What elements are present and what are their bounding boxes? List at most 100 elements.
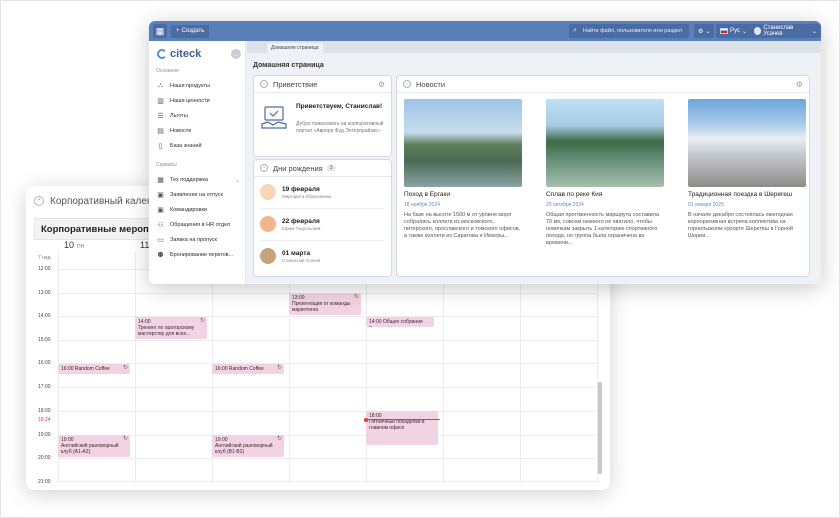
birthday-item[interactable]: 01 марта Станислав Усачев: [260, 248, 320, 264]
sidebar-item-label: Наши ценности: [170, 98, 210, 104]
page-title: Домашняя страница: [253, 62, 324, 69]
avatar: [260, 216, 276, 232]
news-title: Традиционная поездка в Шерегеш: [688, 191, 793, 198]
grid-line: [58, 340, 598, 341]
divider: [260, 208, 385, 209]
sidebar-item-label: Тех поддержка: [170, 177, 208, 183]
sidebar-item-pass[interactable]: ▭ Заявка на пропуск: [156, 236, 240, 244]
sidebar-item-support[interactable]: ▦ Тех поддержка ⌄: [156, 176, 240, 184]
flag-icon: [720, 28, 728, 34]
birthday-item[interactable]: 22 февраля Ефим Подольский: [260, 216, 320, 232]
birthday-date: 01 марта: [282, 249, 311, 257]
news-date: 01 января 2025: [688, 202, 724, 208]
sidebar-item-booking[interactable]: ⚉ Бронирование перегов...: [156, 251, 240, 259]
repeat-icon: ↻: [122, 365, 128, 371]
chevron-down-icon[interactable]: ⌄: [235, 177, 240, 184]
birthday-name: Станислав Усачев: [282, 257, 321, 263]
create-button[interactable]: + Создать: [171, 24, 210, 38]
calendar-event[interactable]: 19:00 Английский разговорный клуб (В1-В2…: [212, 435, 284, 457]
greeting-title: Приветствуем, Станислав!: [296, 103, 383, 110]
widget-title: Новости: [416, 79, 446, 89]
apps-menu-button[interactable]: ▦: [153, 24, 167, 38]
day-number: 11: [140, 240, 150, 250]
card-icon: ▭: [157, 237, 164, 244]
event-title: Пятничные посиделки в главном офисе: [369, 419, 425, 431]
news-title: Сплав по реке Кия: [546, 191, 603, 198]
news-item[interactable]: Поход в Ергаки 18 ноября 2024 На базе на…: [404, 99, 522, 240]
calendar-event[interactable]: 16:00 Random Coffee ↻: [212, 364, 284, 374]
repeat-icon: ↻: [353, 294, 359, 300]
birthday-date: 22 февраля: [282, 217, 320, 225]
repeat-icon: ↻: [199, 318, 205, 324]
news-image: [688, 99, 806, 187]
news-text: В начале декабря состоялась ежегодная ко…: [688, 212, 793, 239]
sidebar-item-hr[interactable]: ⚇ Обращения в HR отдел: [156, 221, 240, 229]
repeat-icon: ↻: [276, 365, 282, 371]
search-input[interactable]: [582, 28, 683, 34]
calendar-event[interactable]: 18:00 Пятничные посиделки в главном офис…: [366, 411, 438, 445]
day-header[interactable]: 10 ПН: [64, 240, 84, 250]
sidebar-item-label: Наши продукты: [170, 83, 210, 89]
day-of-week: ПН: [77, 244, 85, 250]
event-title: Random Coffee: [228, 366, 264, 372]
org-chart-icon: ⛬: [158, 82, 163, 89]
create-label: Создать: [181, 28, 205, 34]
newspaper-icon: ▤: [157, 128, 164, 135]
logo[interactable]: citeck: [157, 48, 201, 60]
news-text: Общая протяженность маршрута составила 7…: [546, 212, 660, 246]
news-item[interactable]: Сплав по реке Кия 29 октября 2024 Общая …: [546, 99, 664, 247]
suitcase-icon: ▣: [157, 207, 164, 214]
sidebar-item-label: Командировки: [170, 207, 207, 213]
repeat-icon: ↻: [122, 436, 128, 442]
event-time: 16:00: [61, 366, 74, 372]
user-menu-button[interactable]: Станислав Усачев ⌄: [750, 24, 821, 38]
gear-icon: ⚙: [698, 28, 704, 35]
language-button[interactable]: Рус ⌄: [716, 24, 751, 38]
event-title: Презентация от команды маркетинга: [292, 301, 351, 313]
calendar-scrollbar[interactable]: [598, 382, 602, 474]
calendar-event[interactable]: 13:00 Презентация от команды маркетинга …: [289, 293, 361, 315]
sidebar-item-business-trips[interactable]: ▣ Командировки: [156, 206, 240, 214]
sidebar-item-values[interactable]: ▥ Наши ценности: [156, 97, 240, 105]
gear-icon[interactable]: ⚙: [796, 80, 803, 89]
collapse-icon[interactable]: ⌃: [260, 80, 268, 88]
search-box[interactable]: ⌕: [569, 24, 689, 38]
avatar: [754, 27, 762, 35]
sidebar-item-benefits[interactable]: ☰ Льготы: [156, 112, 240, 120]
sidebar-item-knowledge-base[interactable]: ▯ База знаний: [156, 142, 240, 150]
birthday-date: 19 февраля: [282, 185, 320, 193]
sidebar-item-products[interactable]: ⛬ Наши продукты: [156, 82, 240, 90]
news-item[interactable]: Традиционная поездка в Шерегеш 01 января…: [688, 99, 806, 240]
user-name: Станислав Усачев: [763, 25, 794, 37]
calendar-event[interactable]: 14:00 Общее собрание о...: [366, 317, 434, 327]
sidebar-item-news[interactable]: ▤ Новости: [156, 127, 240, 135]
collapse-icon[interactable]: ⌃: [403, 80, 411, 88]
hour-label: 17:00: [38, 384, 51, 390]
collapse-icon[interactable]: ⌃: [34, 196, 44, 206]
gear-icon[interactable]: ⚙: [378, 80, 385, 89]
people-icon: ⚇: [157, 222, 164, 229]
tab-home[interactable]: Домашняя страница: [267, 43, 323, 53]
hour-label: 13:00: [38, 290, 51, 296]
news-image: [404, 99, 522, 187]
hour-label: 14:00: [38, 313, 51, 319]
birthday-item[interactable]: 19 февраля Маргарита Ибрагимова: [260, 184, 331, 200]
grid-line: [58, 387, 598, 388]
current-time-line: [366, 419, 440, 420]
week-number: 7 нед: [38, 255, 51, 261]
news-text: На базе на высоте 1500 м от уровня моря …: [404, 212, 521, 239]
calendar-grid[interactable]: [58, 252, 598, 482]
sidebar: citeck << Основное ⛬ Наши продукты ▥ Наши …: [149, 41, 246, 284]
collapse-icon[interactable]: ⌃: [260, 164, 268, 172]
hour-label: 12:00: [38, 266, 51, 272]
widget-header: ⌃ Новости ⚙: [397, 76, 809, 93]
sidebar-item-vacation[interactable]: ▣ Заявления на отпуск: [156, 191, 240, 199]
calendar-event[interactable]: 16:00 Random Coffee ↻: [58, 364, 130, 374]
sidebar-collapse-button[interactable]: <<: [231, 49, 241, 59]
grid-line: [366, 252, 367, 482]
main-content: Домашняя страница Домашняя страница ⌃ Пр…: [247, 41, 821, 284]
calendar-event[interactable]: 14:00 Тренинг по ораторскому мастерству …: [135, 317, 207, 339]
calendar-event[interactable]: 19:00 Английский разговорный клуб (А1-А2…: [58, 435, 130, 457]
sidebar-item-label: Обращения в HR отдел: [170, 222, 231, 228]
settings-button[interactable]: ⚙ ⌄: [694, 24, 715, 38]
